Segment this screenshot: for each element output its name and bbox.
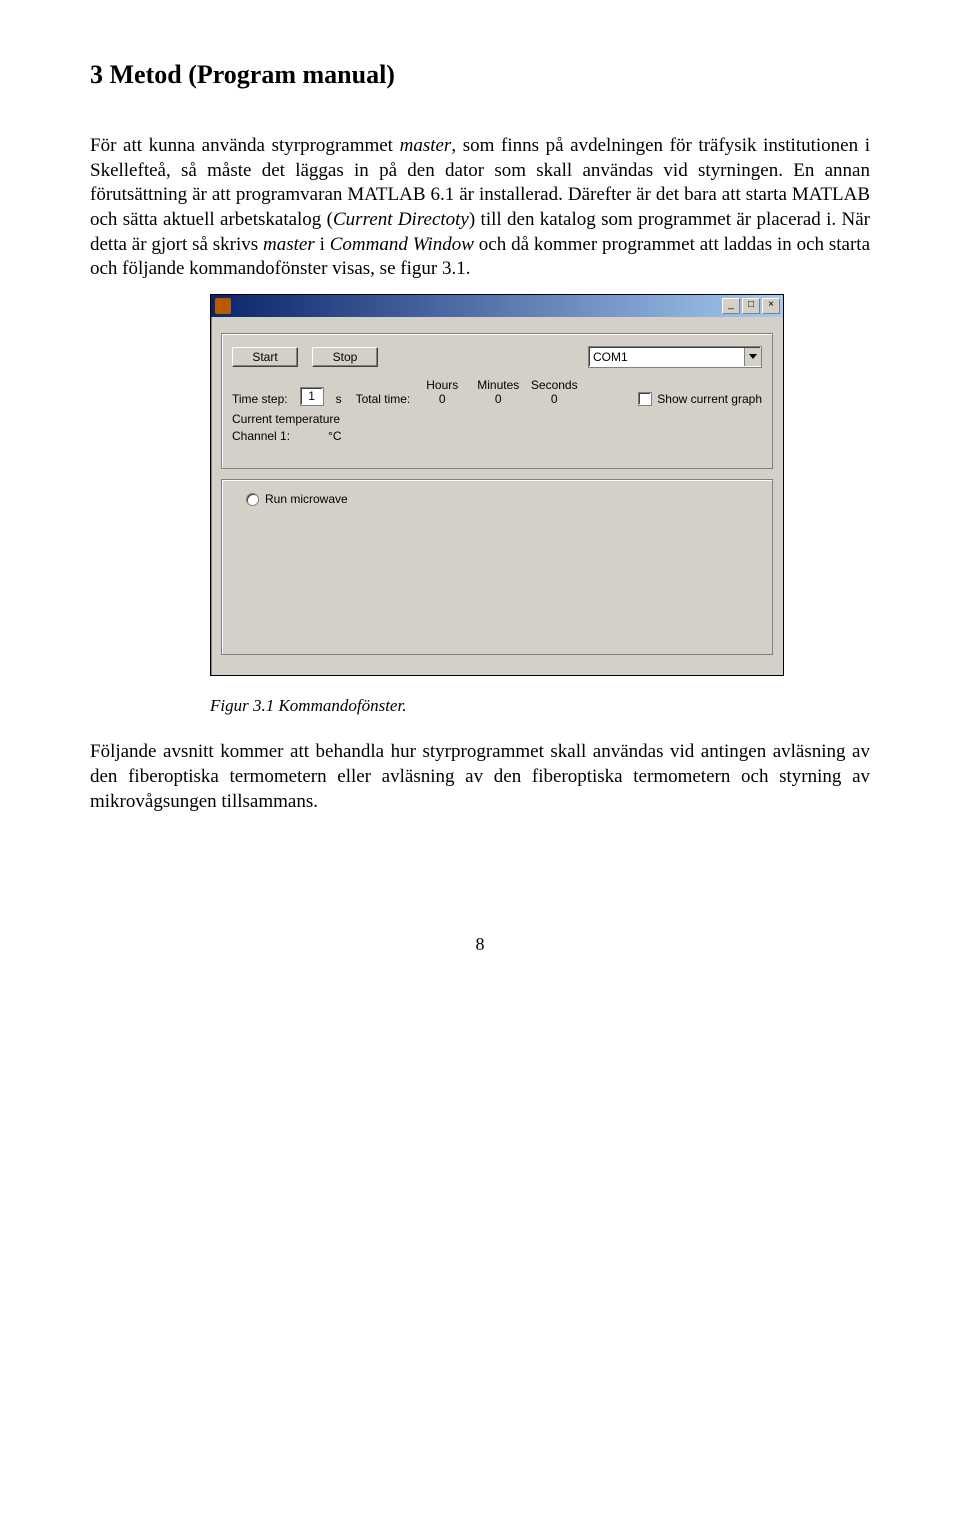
p1-text-g: i xyxy=(315,234,330,255)
p1-text-f: master xyxy=(263,234,315,255)
window-buttons: _ □ × xyxy=(722,298,780,314)
current-temp-label: Current temperature xyxy=(232,412,762,426)
com-port-value: COM1 xyxy=(589,350,744,364)
minimize-button[interactable]: _ xyxy=(722,298,740,314)
show-graph-checkbox[interactable] xyxy=(638,392,652,406)
hours-label: Hours xyxy=(426,378,458,392)
channel1-label: Channel 1: xyxy=(232,429,290,443)
run-microwave-label: Run microwave xyxy=(265,492,348,506)
close-button[interactable]: × xyxy=(762,298,780,314)
maximize-button[interactable]: □ xyxy=(742,298,760,314)
run-microwave-radio[interactable] xyxy=(246,493,259,506)
p1-text-h: Command Window xyxy=(330,234,474,255)
page-number: 8 xyxy=(90,934,870,955)
p1-text-b: master xyxy=(400,135,452,156)
com-port-select[interactable]: COM1 xyxy=(588,346,762,368)
microwave-groupbox: Run microwave xyxy=(221,479,773,655)
seconds-col: Seconds 0 xyxy=(530,378,578,406)
paragraph-2: Följande avsnitt kommer att behandla hur… xyxy=(90,740,870,814)
figure-caption: Figur 3.1 Kommandofönster. xyxy=(210,696,870,716)
app-icon xyxy=(215,298,231,314)
paragraph-1: För att kunna använda styrprogrammet mas… xyxy=(90,134,870,282)
p1-text-d: Current Directoty xyxy=(333,209,469,230)
top-row: Start Stop COM1 xyxy=(232,346,762,368)
main-groupbox: Start Stop COM1 Time step: 1 s xyxy=(221,333,773,469)
show-graph-label: Show current graph xyxy=(657,392,762,406)
seconds-unit-label: s xyxy=(336,392,342,406)
start-button[interactable]: Start xyxy=(232,347,298,367)
degc-label: °C xyxy=(328,429,341,443)
figure-wrap: _ □ × Start Stop COM1 xyxy=(90,294,870,676)
total-time-label: Total time: xyxy=(356,392,411,406)
minutes-col: Minutes 0 xyxy=(474,378,522,406)
p1-text-a: För att kunna använda styrprogrammet xyxy=(90,135,400,156)
time-step-label: Time step: xyxy=(232,392,288,406)
section-heading: 3 Metod (Program manual) xyxy=(90,60,870,90)
app-window: _ □ × Start Stop COM1 xyxy=(210,294,784,676)
title-bar: _ □ × xyxy=(211,295,783,317)
stop-button[interactable]: Stop xyxy=(312,347,378,367)
time-step-input[interactable]: 1 xyxy=(300,387,324,406)
minutes-value: 0 xyxy=(495,392,502,406)
time-row: Time step: 1 s Total time: Hours 0 Minut… xyxy=(232,378,762,406)
minutes-label: Minutes xyxy=(477,378,519,392)
client-area: Start Stop COM1 Time step: 1 s xyxy=(211,317,783,675)
chevron-down-icon[interactable] xyxy=(744,348,761,366)
seconds-label: Seconds xyxy=(531,378,578,392)
hours-value: 0 xyxy=(439,392,446,406)
seconds-value: 0 xyxy=(551,392,558,406)
hours-col: Hours 0 xyxy=(418,378,466,406)
